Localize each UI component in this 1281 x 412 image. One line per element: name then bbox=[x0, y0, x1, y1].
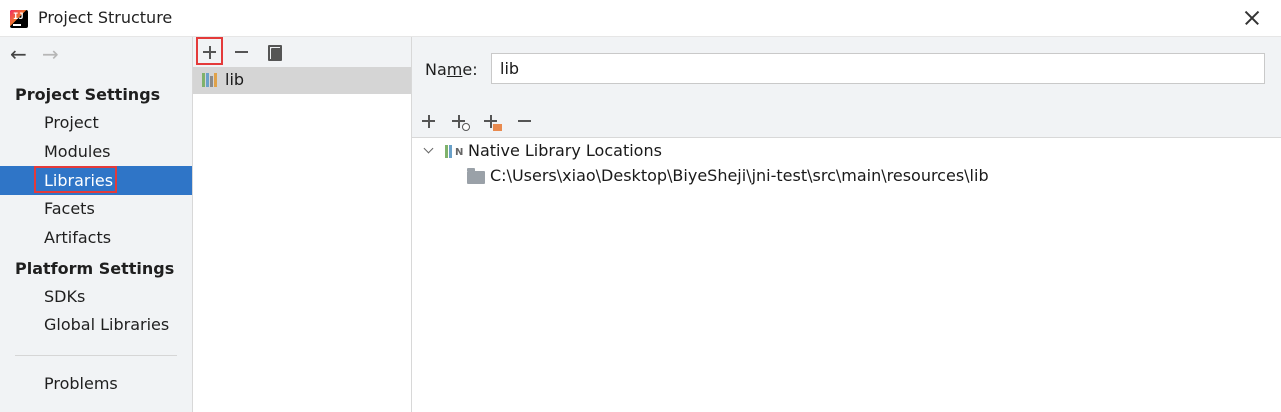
folder-icon bbox=[467, 168, 485, 184]
library-roots-tree: N Native Library Locations C:\Users\xiao… bbox=[412, 137, 1281, 412]
sidebar-item-artifacts[interactable]: Artifacts bbox=[0, 223, 192, 252]
tree-node-path-label: C:\Users\xiao\Desktop\BiyeSheji\jni-test… bbox=[490, 166, 989, 185]
name-label: Name: bbox=[425, 60, 478, 79]
libraries-list-panel: lib bbox=[193, 37, 412, 412]
library-label: lib bbox=[225, 70, 245, 89]
attach-badge-icon bbox=[462, 123, 470, 131]
native-library-icon: N bbox=[445, 143, 465, 160]
remove-root-button[interactable] bbox=[513, 109, 537, 133]
library-list-item[interactable]: lib bbox=[193, 67, 411, 94]
settings-sidebar: ← → Project Settings Project Modules Lib… bbox=[0, 37, 193, 412]
sidebar-item-problems[interactable]: Problems bbox=[0, 369, 192, 398]
sidebar-item-global-libraries[interactable]: Global Libraries bbox=[0, 310, 192, 339]
chevron-down-icon[interactable] bbox=[422, 143, 436, 157]
project-settings-header: Project Settings bbox=[15, 85, 161, 104]
tree-node-label: Native Library Locations bbox=[468, 141, 662, 160]
platform-settings-header: Platform Settings bbox=[15, 259, 175, 278]
library-name-input[interactable] bbox=[491, 53, 1265, 84]
library-icon bbox=[202, 73, 218, 87]
intellij-app-icon: IJ bbox=[10, 10, 28, 28]
jar-badge-icon bbox=[493, 124, 502, 131]
close-icon[interactable] bbox=[1238, 4, 1266, 32]
sidebar-item-project[interactable]: Project bbox=[0, 108, 192, 137]
sidebar-item-facets[interactable]: Facets bbox=[0, 194, 192, 223]
tree-node-path[interactable]: C:\Users\xiao\Desktop\BiyeSheji\jni-test… bbox=[412, 164, 1281, 188]
attach-jar-button[interactable] bbox=[479, 109, 503, 133]
attach-files-button[interactable] bbox=[447, 109, 471, 133]
window-title: Project Structure bbox=[38, 8, 173, 27]
remove-library-button[interactable] bbox=[230, 40, 254, 64]
sidebar-item-libraries[interactable]: Libraries bbox=[0, 166, 192, 195]
back-arrow-icon[interactable]: ← bbox=[10, 43, 27, 65]
libraries-toolbar bbox=[193, 37, 411, 67]
library-roots-toolbar bbox=[412, 109, 1281, 135]
sidebar-item-sdks[interactable]: SDKs bbox=[0, 282, 192, 311]
add-library-button[interactable] bbox=[198, 40, 222, 64]
sidebar-item-modules[interactable]: Modules bbox=[0, 137, 192, 166]
forward-arrow-icon[interactable]: → bbox=[42, 43, 59, 65]
title-bar: IJ Project Structure bbox=[0, 0, 1281, 37]
sidebar-divider bbox=[15, 355, 177, 356]
library-detail-panel: Name: N Native Library Locations C:\User… bbox=[412, 37, 1281, 412]
copy-library-button[interactable] bbox=[262, 40, 286, 64]
tree-node-native-library-locations[interactable]: N Native Library Locations bbox=[412, 139, 1281, 163]
add-root-button[interactable] bbox=[417, 109, 441, 133]
